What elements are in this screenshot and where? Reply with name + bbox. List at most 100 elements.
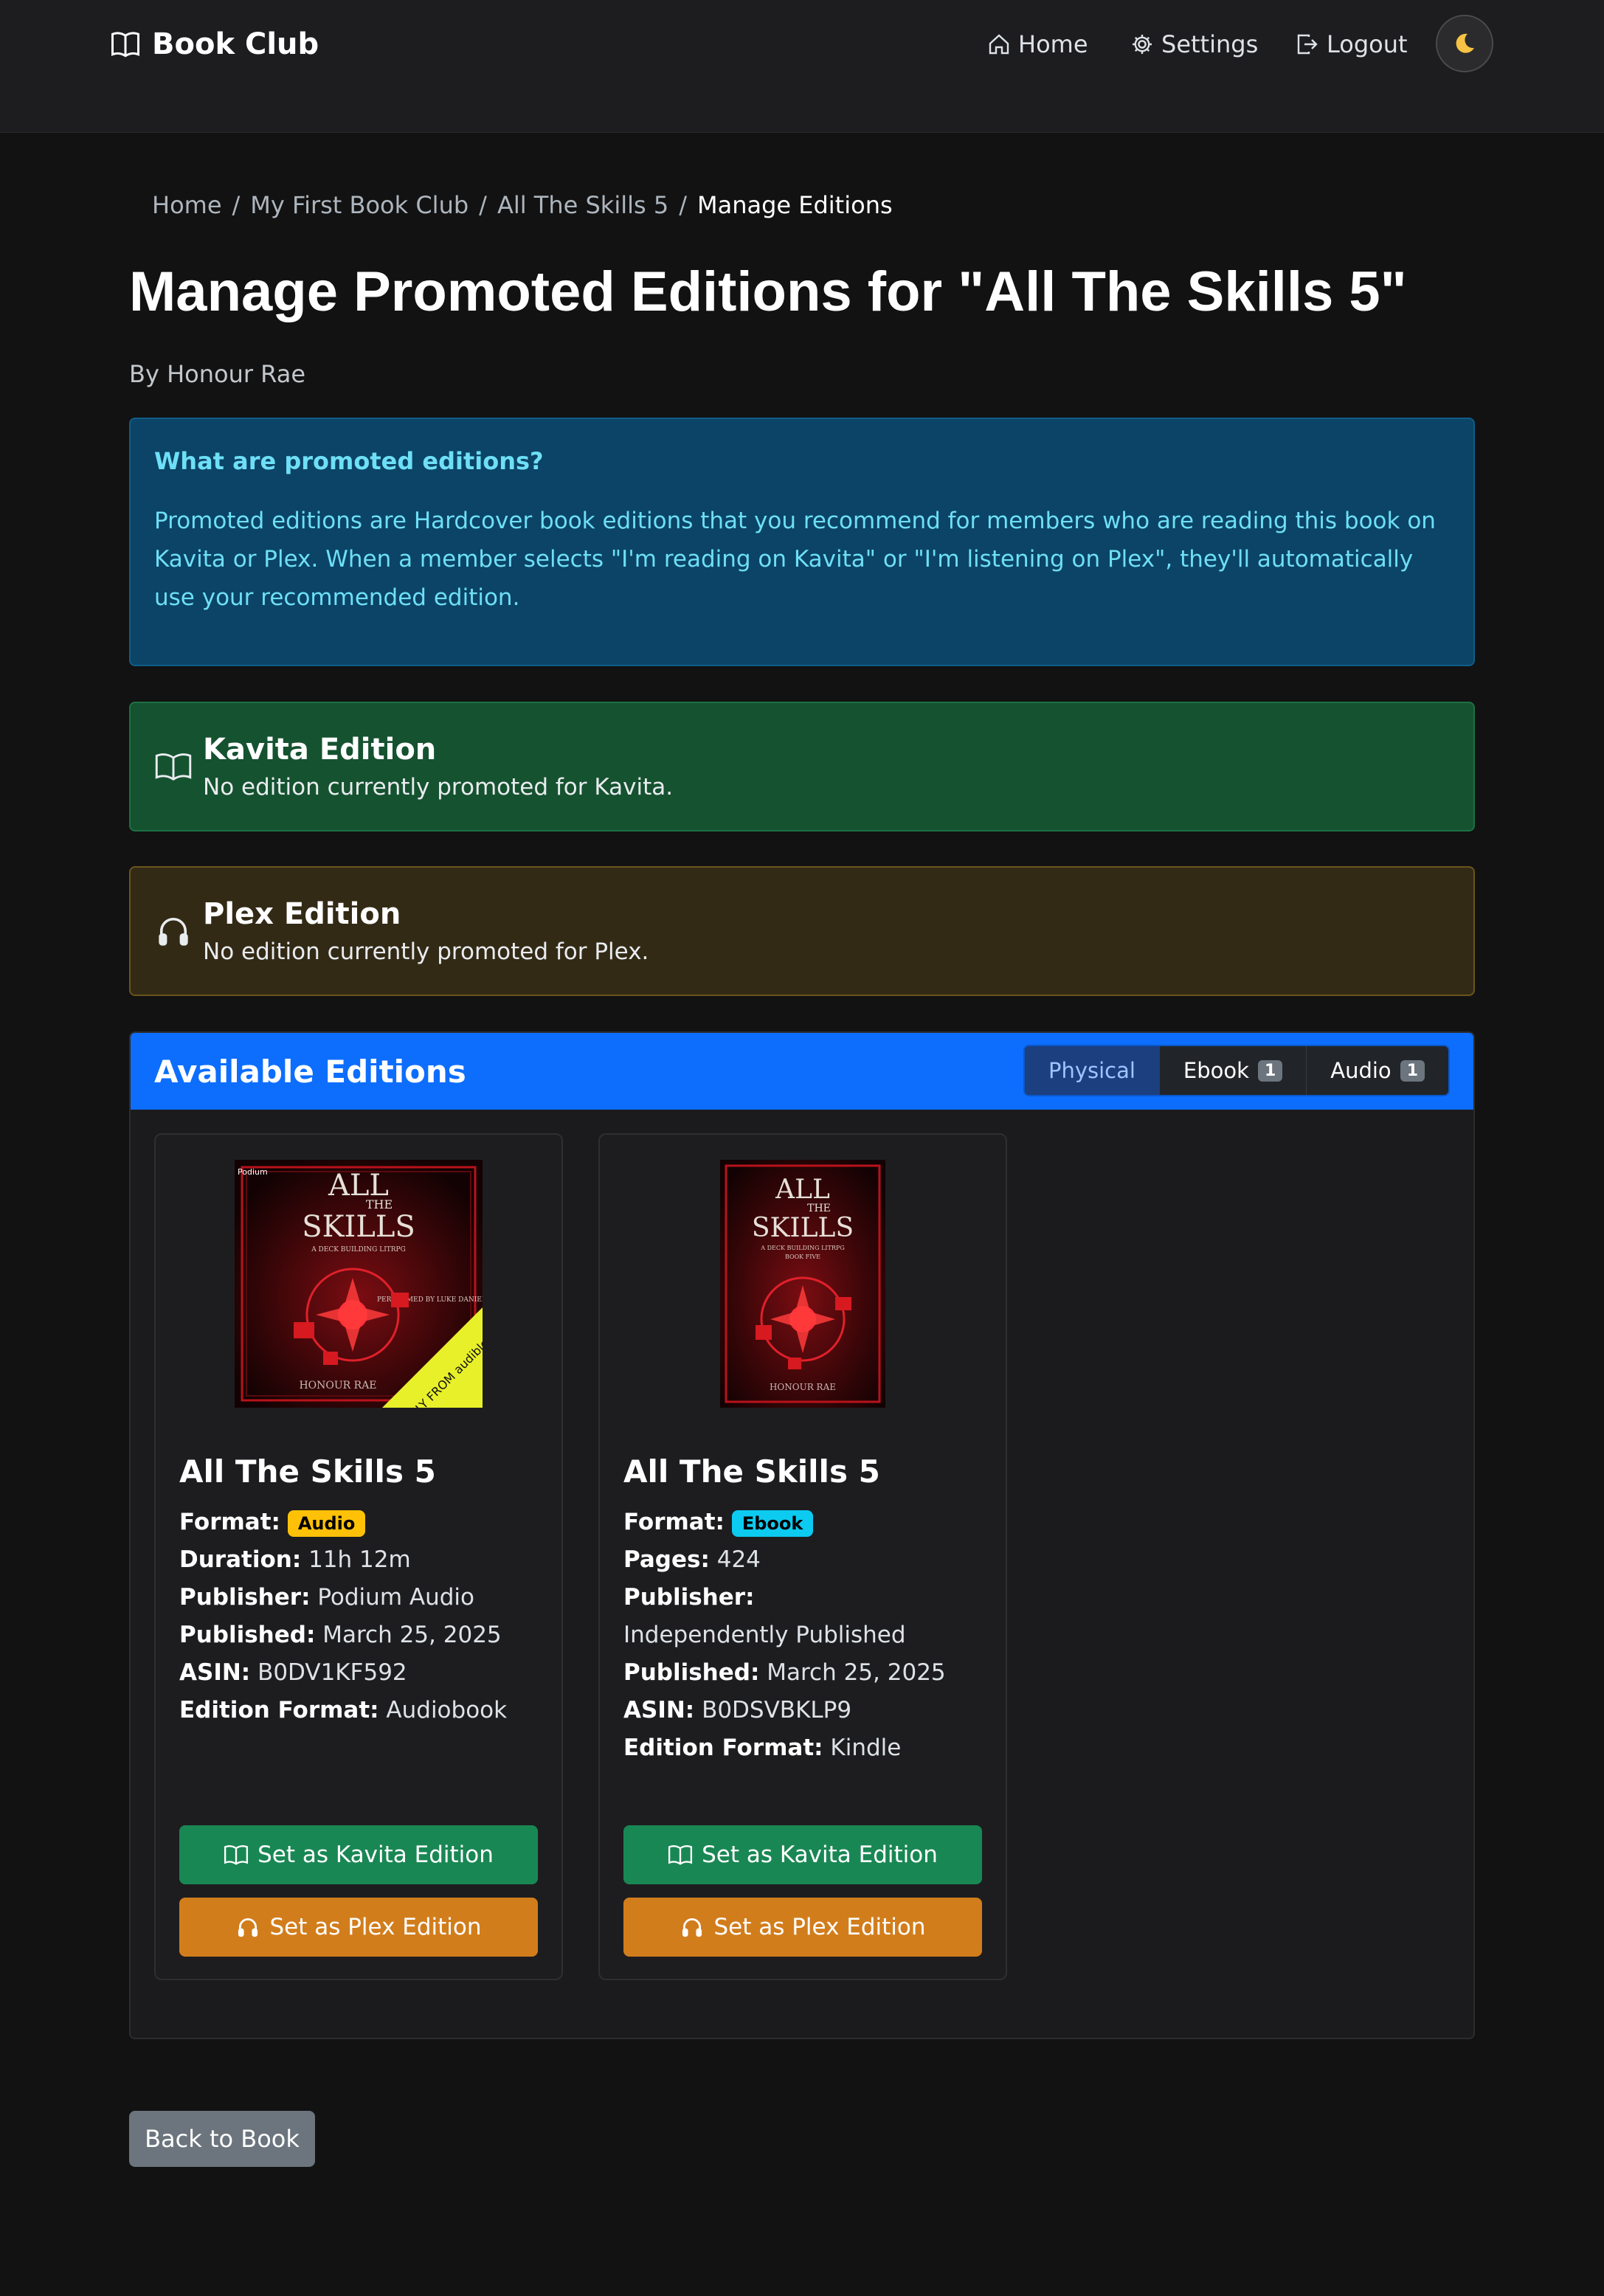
theme-toggle-button[interactable] [1436, 15, 1493, 72]
book-cover-image: ALL THE SKILLS A DECK BUILDING LITRPG BO… [720, 1160, 885, 1408]
detail-value: B0DV1KF592 [257, 1659, 407, 1686]
edition-details: Format: Audio Duration: 11h 12m Publishe… [179, 1504, 541, 1729]
detail-key: ASIN: [179, 1659, 251, 1686]
breadcrumb-separator: / [232, 191, 241, 219]
page-title: Manage Promoted Editions for "All The Sk… [129, 260, 1407, 323]
format-key: Format: [623, 1509, 725, 1535]
filter-label: Audio [1330, 1058, 1392, 1083]
cover-title-line1: ALL [775, 1175, 830, 1205]
filter-audio[interactable]: Audio 1 [1307, 1046, 1448, 1095]
button-label: Set as Plex Edition [269, 1914, 482, 1940]
available-editions-title: Available Editions [154, 1053, 466, 1090]
logout-icon [1297, 34, 1318, 55]
button-label: Set as Kavita Edition [257, 1842, 494, 1868]
info-body: Promoted editions are Hardcover book edi… [154, 508, 1436, 611]
plex-status: No edition currently promoted for Plex. [203, 938, 649, 965]
cover-author: HONOUR RAE [770, 1382, 836, 1392]
detail-value: March 25, 2025 [767, 1659, 946, 1686]
edition-card-ebook: ALL THE SKILLS A DECK BUILDING LITRPG BO… [598, 1133, 1007, 1980]
filter-ebook[interactable]: Ebook 1 [1160, 1046, 1307, 1095]
breadcrumb-current: Manage Editions [696, 191, 893, 219]
detail-key: Published: [179, 1622, 316, 1648]
set-kavita-edition-button[interactable]: Set as Kavita Edition [623, 1825, 982, 1884]
filter-label: Ebook [1183, 1058, 1249, 1083]
book-author: By Honour Rae [129, 360, 305, 388]
detail-key: Published: [623, 1659, 760, 1686]
breadcrumb-separator: / [679, 191, 687, 219]
navbar: Book Club Home Settings Logout [0, 0, 1604, 133]
cover-publisher: Podium [238, 1167, 268, 1177]
nav-settings-label: Settings [1161, 30, 1259, 58]
available-editions-header: Available Editions Physical Ebook 1 Audi… [131, 1033, 1473, 1110]
open-book-icon [668, 1845, 693, 1865]
detail-value: Audiobook [386, 1697, 508, 1723]
info-heading: What are promoted editions? [154, 447, 544, 475]
info-alert: What are promoted editions? Promoted edi… [129, 418, 1475, 666]
gear-icon [1133, 35, 1152, 54]
edition-details: Format: Ebook Pages: 424 Publisher: Inde… [623, 1504, 985, 1767]
headphones-icon [159, 917, 188, 946]
nav-settings[interactable]: Settings [1130, 27, 1258, 62]
edition-card-audio: Podium ALL THE SKILLS A DECK BUILDING LI… [154, 1133, 563, 1980]
brand-link[interactable]: Book Club [111, 24, 319, 65]
filter-physical[interactable]: Physical [1024, 1046, 1160, 1095]
detail-value: Podium Audio [317, 1584, 474, 1611]
open-book-icon [111, 32, 139, 58]
count-badge: 1 [1400, 1059, 1425, 1082]
detail-value: Independently Published [623, 1622, 906, 1648]
nav-home-label: Home [1018, 30, 1088, 58]
headphones-icon [238, 1918, 258, 1937]
detail-value: Kindle [830, 1735, 902, 1761]
cover-tagline: A DECK BUILDING LITRPG [760, 1245, 844, 1251]
detail-value: 424 [716, 1546, 761, 1573]
book-cover-image: Podium ALL THE SKILLS A DECK BUILDING LI… [235, 1160, 483, 1408]
format-filter-group: Physical Ebook 1 Audio 1 [1023, 1045, 1450, 1096]
breadcrumb-book[interactable]: All The Skills 5 [497, 191, 668, 219]
detail-value: B0DSVBKLP9 [702, 1697, 852, 1723]
set-plex-edition-button[interactable]: Set as Plex Edition [179, 1898, 538, 1957]
button-label: Set as Plex Edition [713, 1914, 926, 1940]
detail-key: Duration: [179, 1546, 302, 1573]
cover-title-line3: SKILLS [752, 1213, 854, 1243]
count-badge: 1 [1257, 1059, 1283, 1082]
open-book-icon [155, 753, 192, 781]
kavita-status: No edition currently promoted for Kavita… [203, 774, 674, 801]
breadcrumb-club[interactable]: My First Book Club [250, 191, 469, 219]
headphones-icon [682, 1918, 702, 1937]
house-icon [989, 34, 1009, 55]
breadcrumb: Home / My First Book Club / All The Skil… [152, 187, 893, 223]
breadcrumb-separator: / [479, 191, 487, 219]
moon-icon [1456, 33, 1474, 53]
back-to-book-button[interactable]: Back to Book [129, 2111, 315, 2167]
breadcrumb-home[interactable]: Home [152, 191, 222, 219]
detail-value: 11h 12m [308, 1546, 411, 1573]
set-kavita-edition-button[interactable]: Set as Kavita Edition [179, 1825, 538, 1884]
cover-author: HONOUR RAE [299, 1380, 376, 1391]
cover-title-line3: SKILLS [302, 1210, 415, 1244]
format-key: Format: [179, 1509, 280, 1535]
plex-heading: Plex Edition [203, 897, 401, 931]
edition-title: All The Skills 5 [179, 1453, 436, 1490]
detail-key: Edition Format: [623, 1735, 823, 1761]
plex-edition-alert: Plex Edition No edition currently promot… [129, 866, 1475, 996]
kavita-edition-alert: Kavita Edition No edition currently prom… [129, 702, 1475, 831]
nav-home[interactable]: Home [987, 27, 1088, 62]
cover-tagline: A DECK BUILDING LITRPG [311, 1246, 406, 1254]
detail-key: ASIN: [623, 1697, 695, 1723]
kavita-heading: Kavita Edition [203, 733, 437, 767]
open-book-icon [224, 1845, 249, 1865]
cover-book-number: BOOK FIVE [785, 1254, 820, 1260]
filter-label: Physical [1048, 1058, 1135, 1083]
detail-value: March 25, 2025 [322, 1622, 502, 1648]
brand-name: Book Club [152, 27, 319, 61]
nav-logout-label: Logout [1327, 30, 1408, 58]
button-label: Set as Kavita Edition [702, 1842, 938, 1868]
detail-key: Publisher: [179, 1584, 311, 1611]
nav-logout[interactable]: Logout [1296, 27, 1408, 62]
set-plex-edition-button[interactable]: Set as Plex Edition [623, 1898, 982, 1957]
format-badge-ebook: Ebook [731, 1510, 814, 1537]
edition-title: All The Skills 5 [623, 1453, 880, 1490]
detail-key: Edition Format: [179, 1697, 379, 1723]
detail-key: Pages: [623, 1546, 710, 1573]
format-badge-audio: Audio [287, 1510, 366, 1537]
